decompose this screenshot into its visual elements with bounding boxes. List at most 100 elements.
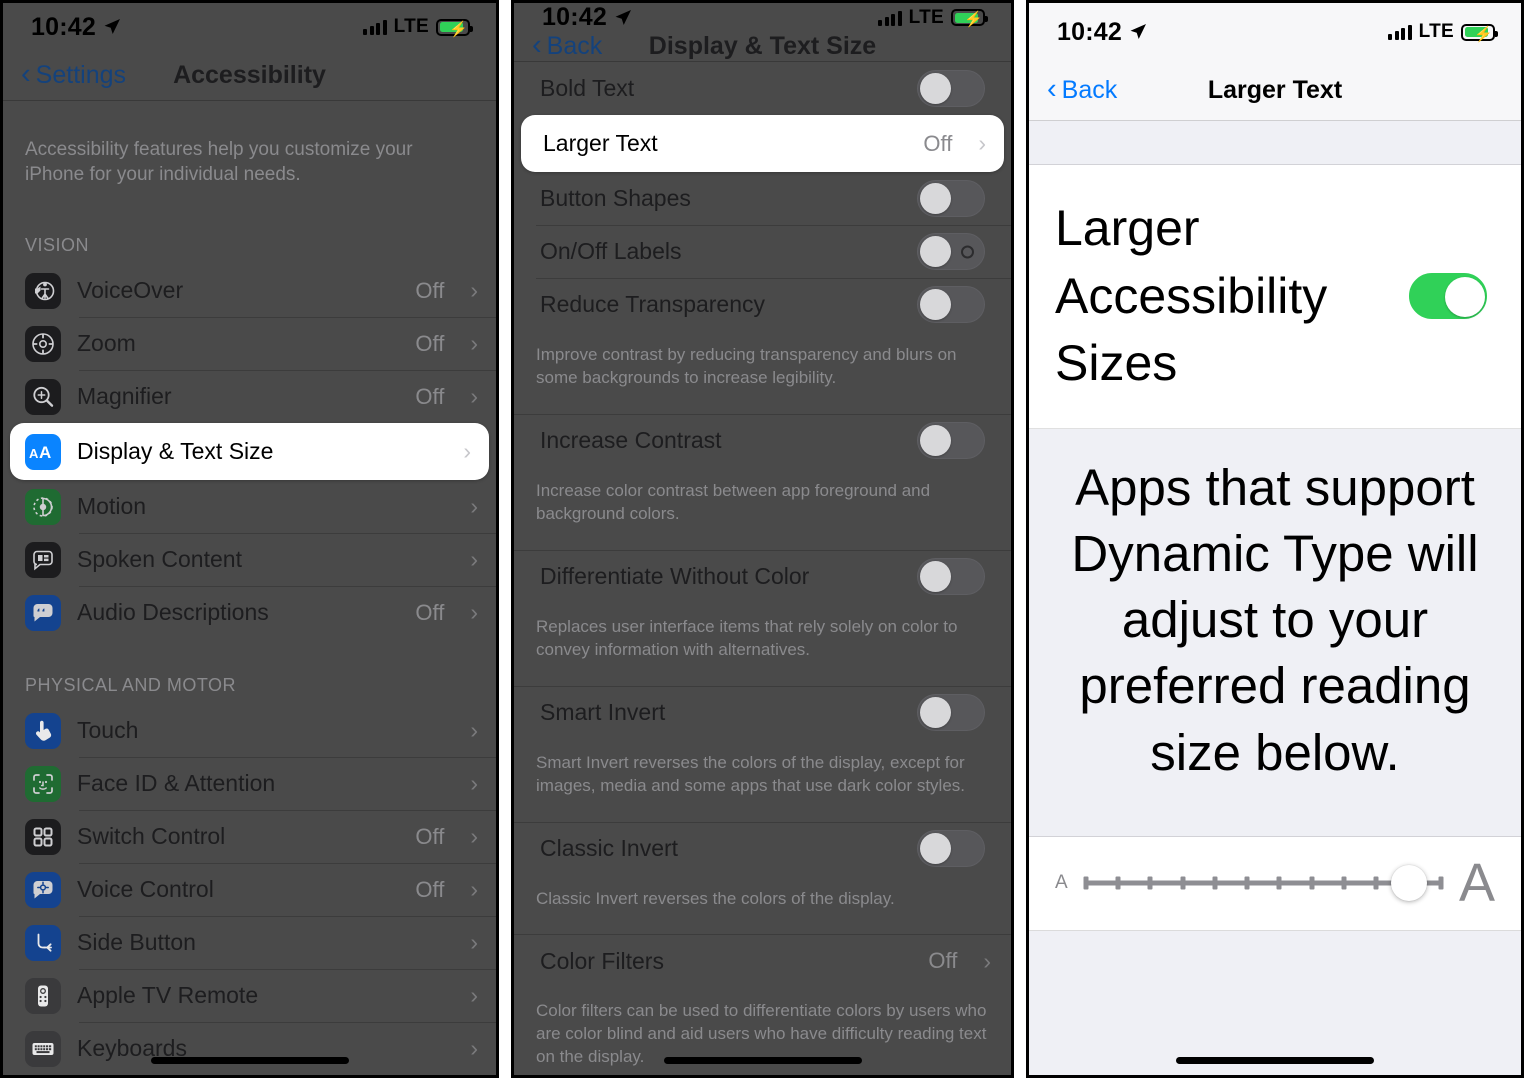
list-item-touch[interactable]: Touch ›	[3, 704, 496, 757]
toggle-bold-text[interactable]	[917, 70, 985, 107]
battery-charging-icon: ⚡	[436, 18, 473, 38]
touch-icon	[25, 712, 61, 749]
slider-min-label: A	[1055, 872, 1068, 894]
setting-label: Reduce Transparency	[540, 291, 766, 317]
chevron-right-icon: ›	[470, 277, 478, 303]
list-item-voiceover[interactable]: VoiceOver Off ›	[3, 264, 496, 317]
chevron-left-icon: ‹	[532, 29, 542, 61]
status-bar-time-group: 10:42	[542, 3, 632, 32]
list-item-value: Off	[415, 330, 445, 356]
side-button-icon	[25, 924, 61, 961]
chevron-right-icon: ›	[470, 876, 478, 902]
dynamic-type-description: Apps that support Dynamic Type will adju…	[1029, 428, 1521, 837]
face-id-icon	[25, 765, 61, 802]
list-item-side-button[interactable]: Side Button ›	[3, 916, 496, 969]
chevron-right-icon: ›	[470, 982, 478, 1008]
setting-row-smart-invert[interactable]: Smart Invert	[514, 685, 1011, 739]
svg-text:A: A	[29, 446, 39, 461]
list-item-audio-descriptions[interactable]: Audio Descriptions Off ›	[3, 586, 496, 639]
setting-label: Button Shapes	[540, 185, 691, 211]
list-item-value: Off	[415, 599, 445, 625]
list-item-apple-tv-remote[interactable]: Apple TV Remote ›	[3, 969, 496, 1022]
back-button[interactable]: ‹ Back	[532, 29, 602, 61]
text-size-slider-row[interactable]: A A	[1029, 836, 1521, 931]
section-header-physical-and-motor: PHYSICAL AND MOTOR	[25, 675, 237, 695]
footnote-increase-contrast: Increase color contrast between app fore…	[536, 480, 931, 523]
cellular-bars-icon	[363, 19, 387, 35]
status-bar-right-group: LTE ⚡	[1388, 21, 1498, 43]
slider-max-label: A	[1458, 852, 1495, 913]
setting-row-reduce-transparency[interactable]: Reduce Transparency	[514, 278, 1011, 331]
toggle-smart-invert[interactable]	[917, 694, 985, 732]
setting-value: Off	[928, 948, 958, 974]
list-item-label: Voice Control	[77, 876, 214, 902]
chevron-right-icon: ›	[463, 438, 471, 464]
accessibility-description: Accessibility features help you customiz…	[25, 138, 413, 185]
status-bar-right-group: LTE ⚡	[363, 16, 473, 38]
keyboards-icon	[25, 1030, 61, 1067]
status-bar-time-group: 10:42	[31, 13, 121, 42]
chevron-right-icon: ›	[983, 947, 991, 974]
chevron-right-icon: ›	[470, 770, 478, 796]
footnote-smart-invert: Smart Invert reverses the colors of the …	[536, 752, 965, 795]
back-button-settings[interactable]: ‹ Settings	[21, 59, 126, 90]
toggle-reduce-transparency[interactable]	[917, 286, 985, 323]
setting-row-color-filters[interactable]: Color Filters Off ›	[514, 934, 1011, 987]
chevron-right-icon: ›	[978, 130, 986, 156]
toggle-increase-contrast[interactable]	[917, 422, 985, 460]
status-bar-time: 10:42	[1057, 17, 1122, 46]
navigation-bar: ‹ Back Display & Text Size	[514, 29, 1011, 62]
setting-row-differentiate-without-color[interactable]: Differentiate Without Color	[514, 549, 1011, 603]
toggle-larger-accessibility-sizes[interactable]	[1409, 273, 1487, 320]
list-item-keyboards[interactable]: Keyboards ›	[3, 1022, 496, 1075]
status-bar-right-group: LTE ⚡	[878, 7, 988, 29]
display-text-size-icon: AA	[25, 433, 61, 470]
toggle-differentiate-without-color[interactable]	[917, 558, 985, 596]
list-item-magnifier[interactable]: Magnifier Off ›	[3, 370, 496, 423]
text-size-slider[interactable]	[1083, 863, 1444, 903]
off-label-glyph-icon	[961, 245, 974, 258]
voice-control-icon	[25, 871, 61, 908]
svg-text:A: A	[39, 443, 51, 462]
setting-label: Larger Text	[543, 130, 658, 156]
phone-panel-accessibility: 10:42 LTE ⚡ ‹ Settings Accessibility Acc…	[0, 0, 499, 1078]
toggle-on-off-labels[interactable]	[917, 233, 985, 270]
list-item-label: Apple TV Remote	[77, 982, 259, 1008]
back-button[interactable]: ‹ Back	[1047, 73, 1117, 105]
bottom-group-spacer	[1029, 930, 1521, 1075]
list-item-voice-control[interactable]: Voice Control Off ›	[3, 863, 496, 916]
list-item-motion[interactable]: Motion ›	[3, 480, 496, 533]
setting-label: Smart Invert	[540, 699, 666, 726]
cellular-bars-icon	[1388, 24, 1412, 40]
setting-row-increase-contrast[interactable]: Increase Contrast	[514, 413, 1011, 467]
list-item-switch-control[interactable]: Switch Control Off ›	[3, 810, 496, 863]
chevron-right-icon: ›	[470, 493, 478, 519]
chevron-left-icon: ‹	[1047, 73, 1057, 105]
setting-row-button-shapes[interactable]: Button Shapes	[514, 172, 1011, 225]
setting-row-on-off-labels[interactable]: On/Off Labels	[514, 225, 1011, 278]
cellular-bars-icon	[878, 10, 902, 26]
list-item-zoom[interactable]: Zoom Off ›	[3, 317, 496, 370]
list-item-display-and-text-size[interactable]: AA Display & Text Size ›	[10, 423, 489, 480]
list-item-label: Motion	[77, 493, 147, 519]
location-arrow-icon	[104, 19, 120, 34]
chevron-right-icon: ›	[470, 717, 478, 743]
home-indicator	[1176, 1057, 1374, 1064]
list-item-spoken-content[interactable]: Spoken Content ›	[3, 533, 496, 586]
toggle-button-shapes[interactable]	[917, 180, 985, 217]
setting-label: On/Off Labels	[540, 238, 682, 264]
chevron-right-icon: ›	[470, 929, 478, 955]
chevron-right-icon: ›	[470, 1035, 478, 1061]
setting-row-bold-text[interactable]: Bold Text	[514, 62, 1011, 115]
setting-label: Classic Invert	[540, 835, 679, 861]
setting-row-larger-text[interactable]: Larger Text Off ›	[521, 115, 1004, 172]
setting-row-larger-accessibility-sizes[interactable]: Larger Accessibility Sizes	[1029, 165, 1521, 429]
network-label: LTE	[1418, 21, 1454, 42]
slider-thumb[interactable]	[1390, 865, 1427, 902]
list-item-label: Zoom	[77, 330, 136, 356]
audio-descriptions-icon	[25, 594, 61, 631]
toggle-classic-invert[interactable]	[917, 830, 985, 867]
setting-row-classic-invert[interactable]: Classic Invert	[514, 821, 1011, 875]
list-item-label: Face ID & Attention	[77, 770, 276, 796]
list-item-face-id-and-attention[interactable]: Face ID & Attention ›	[3, 757, 496, 810]
